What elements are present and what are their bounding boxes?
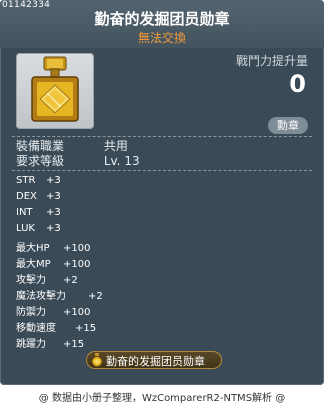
requirement-value: 共用 [103,139,128,153]
medal-icon [91,353,103,367]
stat-name: 魔法攻擊力 [16,291,66,302]
item-tooltip-card: 01142334 勤奋的发掘团员勋章 無法交換 戰鬥力提升量 0 勳章 裝備職業… [0,0,324,385]
gold-medal-icon [31,56,79,122]
stat-value: +3 [46,207,61,218]
stat-name: 跳躍力 [16,339,46,350]
stat-row: STR +3 [16,175,61,186]
power-increase-label: 戰鬥力提升量 [235,54,308,68]
stat-value: +2 [63,275,78,286]
item-name: 勤奋的发掘团员勋章 [94,10,230,28]
stat-name: LUK [16,223,35,234]
stat-row: 魔法攻擊力 +2 [16,287,103,302]
requirement-value: Lv. 13 [103,154,140,168]
stat-value: +100 [63,243,91,254]
power-increase-value: 0 [289,70,306,98]
stat-value: +15 [63,339,85,350]
stat-value: +100 [63,259,91,270]
stat-value: +3 [46,223,61,234]
stat-name: 防禦力 [16,307,46,318]
stat-row: LUK +3 [16,223,61,234]
requirement-level: 要求等級 Lv. 13 [16,152,140,169]
stat-value: +3 [46,191,61,202]
stat-row: 攻擊力 +2 [16,271,78,286]
tradability-label: 無法交換 [137,31,186,45]
stat-row: 移動速度 +15 [16,319,96,334]
stat-value: +2 [88,291,103,302]
stat-row: 最大MP +100 [16,255,90,270]
item-icon-frame [16,53,94,129]
requirement-label: 要求等級 [16,154,65,168]
stat-row: 最大HP +100 [16,239,90,254]
stat-name: 攻擊力 [16,275,46,286]
category-badge: 勳章 [268,117,308,134]
stat-name: 最大HP [16,243,50,254]
footer-credit: @ 数据由小册子整理，WzComparerR2-NTMS解析 @ [38,393,286,404]
stat-name: 最大MP [16,259,51,270]
stat-value: +3 [46,175,61,186]
stat-name: INT [16,207,33,218]
set-item-bar[interactable]: 勤奋的发掘团员勋章 [86,351,222,369]
stat-name: DEX [16,191,37,202]
stat-row: 防禦力 +100 [16,303,90,318]
stat-row: DEX +3 [16,191,61,202]
stat-row: INT +3 [16,207,61,218]
stat-row: 跳躍力 +15 [16,335,84,350]
stat-value: +100 [63,307,91,318]
set-item-label: 勤奋的发掘团员勋章 [106,355,205,368]
stat-value: +15 [75,323,97,334]
divider [12,170,312,171]
stat-name: 移動速度 [16,323,56,334]
stat-name: STR [16,175,36,186]
